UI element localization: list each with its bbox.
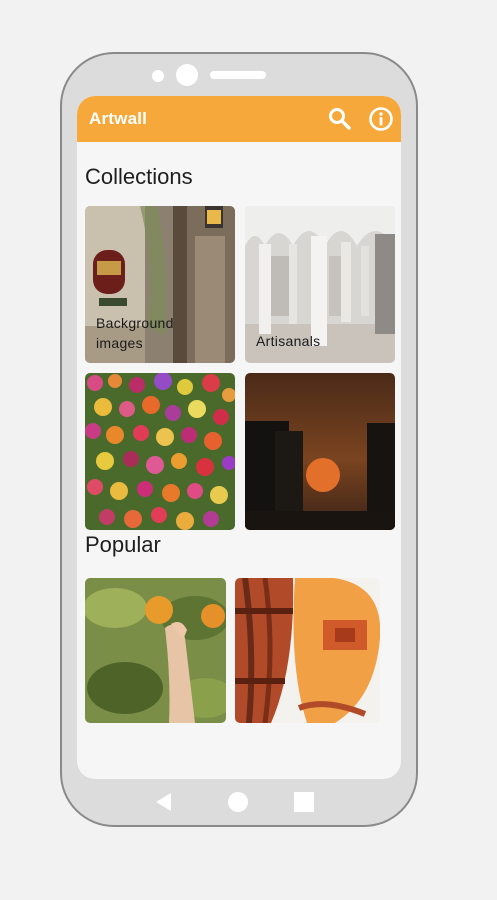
front-camera xyxy=(176,64,198,86)
sunset-thumbnail xyxy=(245,373,395,530)
search-icon[interactable] xyxy=(327,106,353,132)
collection-tile-4[interactable] xyxy=(245,373,395,530)
sensor-dot xyxy=(152,70,164,82)
app-title: Artwall xyxy=(89,109,148,128)
home-icon[interactable] xyxy=(227,791,249,818)
tulips-thumbnail xyxy=(85,373,235,530)
collection-label-artisanals: Artisanals xyxy=(256,333,321,349)
app-screen: Artwall Collections Background images Ar… xyxy=(77,96,401,779)
recents-icon[interactable] xyxy=(294,792,314,817)
collections-title: Collections xyxy=(85,164,193,189)
app-bar: Artwall xyxy=(77,96,401,142)
popular-title: Popular xyxy=(85,532,161,557)
phone-frame: Artwall Collections Background images Ar… xyxy=(60,52,418,827)
popular-tile-2[interactable] xyxy=(235,578,380,723)
collection-tile-artisanals[interactable]: Artisanals xyxy=(245,206,395,363)
back-icon[interactable] xyxy=(154,792,172,817)
balloons-thumbnail xyxy=(235,578,380,723)
info-icon[interactable] xyxy=(368,106,394,132)
collection-label-background-images: Background images xyxy=(96,315,174,351)
collection-tile-3[interactable] xyxy=(85,373,235,530)
oranges-thumbnail xyxy=(85,578,226,723)
popular-tile-1[interactable] xyxy=(85,578,226,723)
speaker-grille xyxy=(210,71,266,79)
collection-tile-background-images[interactable]: Background images xyxy=(85,206,235,363)
